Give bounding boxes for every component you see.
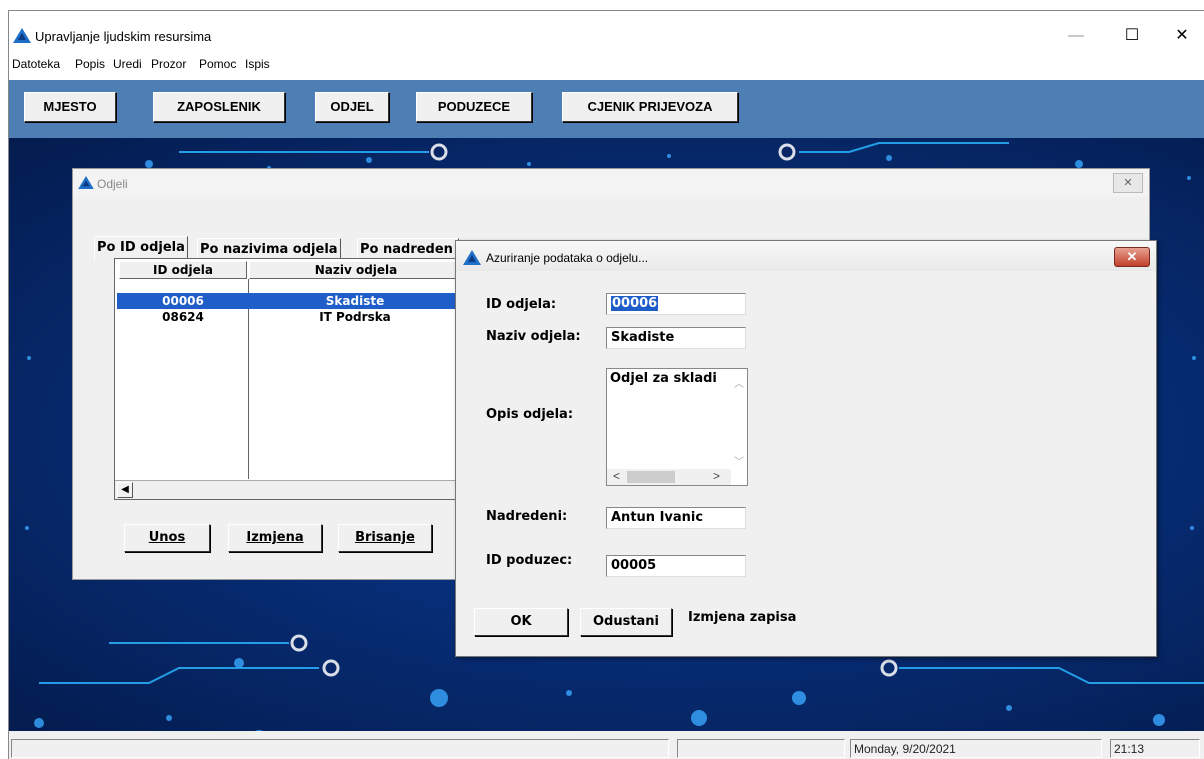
row-id: 00006 bbox=[162, 294, 204, 308]
unos-button[interactable]: Unos bbox=[124, 524, 210, 552]
status-panel-secondary bbox=[677, 739, 845, 758]
menu-datoteka[interactable]: Datoteka bbox=[12, 57, 60, 71]
mjesto-button[interactable]: MJESTO bbox=[24, 92, 116, 122]
scroll-right-icon[interactable]: > bbox=[713, 469, 720, 483]
opis-odjela-value: Odjel za skladi bbox=[610, 371, 717, 386]
scroll-up-icon[interactable]: ︿ bbox=[734, 375, 744, 390]
status-text: Izmjena zapisa bbox=[688, 610, 797, 625]
textarea-horizontal-scrollbar[interactable]: < > bbox=[607, 469, 731, 485]
table-row[interactable]: 08624 IT Podrska bbox=[117, 309, 463, 325]
izmjena-button[interactable]: Izmjena bbox=[228, 524, 322, 552]
opis-odjela-textarea[interactable]: Odjel za skladi ︿ ﹀ < > bbox=[606, 368, 748, 486]
menu-uredi[interactable]: Uredi bbox=[113, 57, 142, 71]
app-logo-icon bbox=[78, 176, 94, 189]
menu-prozor[interactable]: Prozor bbox=[151, 57, 186, 71]
naziv-odjela-label: Naziv odjela: bbox=[486, 329, 581, 344]
menu-popis[interactable]: Popis bbox=[75, 57, 105, 71]
opis-odjela-label: Opis odjela: bbox=[486, 407, 574, 422]
row-id: 08624 bbox=[162, 310, 204, 324]
column-header-naziv[interactable]: Naziv odjela bbox=[249, 261, 463, 279]
row-naziv: IT Podrska bbox=[319, 310, 391, 324]
id-poduzece-label: ID poduzec: bbox=[486, 553, 573, 568]
status-panel-main bbox=[11, 739, 669, 758]
scroll-left-icon[interactable]: < bbox=[613, 469, 620, 483]
odjel-button[interactable]: ODJEL bbox=[315, 92, 389, 122]
nadredeni-input[interactable]: Antun Ivanic bbox=[606, 507, 746, 529]
minimize-button[interactable]: — bbox=[1053, 21, 1099, 51]
status-bar: Monday, 9/20/2021 21:13 bbox=[9, 731, 1204, 759]
dialog-title-bar: Azuriranje podataka o odjelu... ✕ bbox=[456, 241, 1156, 271]
dialog-close-icon[interactable]: ✕ bbox=[1114, 247, 1150, 267]
brisanje-button[interactable]: Brisanje bbox=[338, 524, 432, 552]
id-odjela-value: 00006 bbox=[611, 296, 659, 311]
dialog-title: Azuriranje podataka o odjelu... bbox=[486, 251, 649, 265]
toolbar: MJESTO ZAPOSLENIK ODJEL PODUZECE CJENIK … bbox=[9, 80, 1204, 138]
id-odjela-label: ID odjela: bbox=[486, 297, 557, 312]
ok-button[interactable]: OK bbox=[474, 608, 568, 636]
scroll-left-icon[interactable]: ◀ bbox=[117, 482, 133, 498]
grid-horizontal-scrollbar[interactable]: ◀ bbox=[115, 480, 465, 499]
close-button[interactable]: ✕ bbox=[1159, 21, 1204, 51]
odustani-button[interactable]: Odustani bbox=[580, 608, 672, 636]
naziv-odjela-input[interactable]: Skadiste bbox=[606, 327, 746, 349]
poduzece-button[interactable]: PODUZECE bbox=[416, 92, 532, 122]
odjeli-title: Odjeli bbox=[97, 177, 128, 191]
title-bar: Upravljanje ljudskim resursima — ☐ ✕ bbox=[9, 11, 1204, 55]
id-odjela-input[interactable]: 00006 bbox=[606, 293, 746, 315]
odjeli-title-bar: Odjeli ✕ bbox=[73, 169, 1149, 197]
textarea-vertical-scrollbar[interactable]: ︿ ﹀ bbox=[731, 369, 747, 469]
odjeli-close-icon[interactable]: ✕ bbox=[1113, 173, 1143, 193]
window-title: Upravljanje ljudskim resursima bbox=[35, 29, 212, 44]
scroll-thumb[interactable] bbox=[627, 471, 675, 483]
app-logo-icon bbox=[13, 28, 31, 43]
odjeli-grid: ID odjela Naziv odjela 00006 Skadiste 08… bbox=[114, 258, 466, 500]
row-naziv: Skadiste bbox=[325, 294, 385, 308]
azuriranje-dialog: Azuriranje podataka o odjelu... ✕ ID odj… bbox=[455, 240, 1157, 657]
status-time: 21:13 bbox=[1110, 739, 1200, 758]
zaposlenik-button[interactable]: ZAPOSLENIK bbox=[153, 92, 285, 122]
menu-pomoc[interactable]: Pomoc bbox=[199, 57, 236, 71]
nadredeni-label: Nadredeni: bbox=[486, 509, 568, 524]
id-poduzece-input[interactable]: 00005 bbox=[606, 555, 746, 577]
maximize-button[interactable]: ☐ bbox=[1109, 21, 1155, 51]
menu-ispis[interactable]: Ispis bbox=[245, 57, 270, 71]
menu-bar: Datoteka Popis Uredi Prozor Pomoc Ispis bbox=[9, 55, 1204, 75]
scroll-down-icon[interactable]: ﹀ bbox=[734, 453, 744, 468]
status-date: Monday, 9/20/2021 bbox=[850, 739, 1102, 758]
app-logo-icon bbox=[463, 250, 481, 265]
table-row[interactable]: 00006 Skadiste bbox=[117, 293, 463, 309]
cjenik-prijevoza-button[interactable]: CJENIK PRIJEVOZA bbox=[562, 92, 738, 122]
column-header-id[interactable]: ID odjela bbox=[119, 261, 247, 279]
